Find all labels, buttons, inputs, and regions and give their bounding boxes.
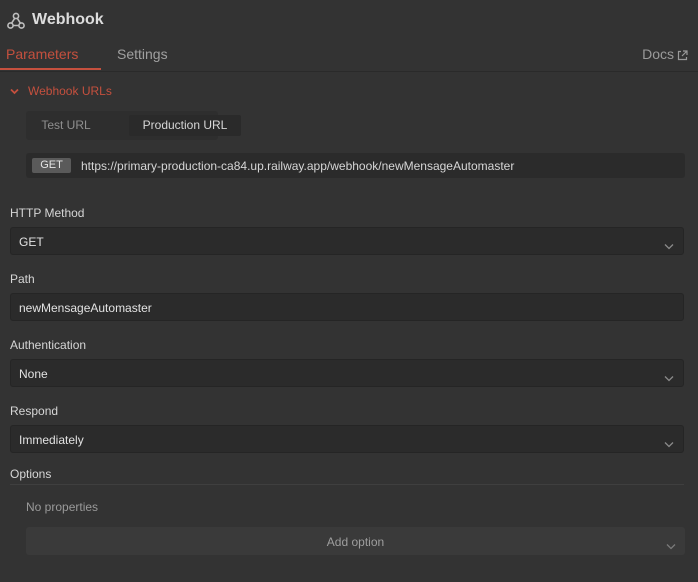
method-badge: GET — [32, 158, 71, 173]
http-method-select[interactable]: GET — [10, 227, 684, 255]
url-type-toggle: Test URL Production URL — [26, 111, 241, 140]
chevron-down-icon — [664, 369, 674, 387]
add-option-button[interactable]: Add option — [26, 527, 685, 555]
chevron-down-icon — [664, 435, 674, 453]
chevron-down-icon — [666, 537, 676, 555]
chevron-down-icon — [10, 84, 19, 98]
authentication-value: None — [19, 367, 48, 381]
respond-label: Respond — [10, 404, 59, 418]
active-tab-indicator — [0, 68, 101, 70]
tab-settings[interactable]: Settings — [117, 46, 168, 62]
external-link-icon — [677, 50, 688, 60]
docs-label: Docs — [642, 46, 674, 62]
options-label: Options — [10, 467, 52, 481]
add-option-label: Add option — [326, 535, 385, 549]
test-url-option[interactable]: Test URL — [30, 115, 102, 136]
path-input[interactable]: newMensageAutomaster — [10, 293, 684, 321]
respond-select[interactable]: Immediately — [10, 425, 684, 453]
authentication-label: Authentication — [10, 338, 87, 352]
chevron-down-icon — [664, 237, 674, 255]
docs-link[interactable]: Docs — [642, 46, 688, 62]
http-method-label: HTTP Method — [10, 206, 85, 220]
webhook-icon — [6, 11, 26, 31]
section-label: Webhook URLs — [28, 84, 112, 98]
respond-value: Immediately — [19, 433, 84, 447]
production-url-option[interactable]: Production URL — [129, 115, 241, 136]
options-divider — [10, 484, 684, 485]
webhook-url-display[interactable]: GET https://primary-production-ca84.up.r… — [26, 153, 685, 178]
http-method-value: GET — [19, 235, 44, 249]
webhook-urls-toggle[interactable]: Webhook URLs — [10, 84, 112, 98]
tab-parameters[interactable]: Parameters — [6, 46, 78, 62]
no-properties-text: No properties — [26, 500, 99, 514]
node-header: Webhook — [0, 0, 698, 40]
path-label: Path — [10, 272, 35, 286]
authentication-select[interactable]: None — [10, 359, 684, 387]
tab-bar: Parameters Settings Docs — [0, 40, 698, 72]
webhook-url[interactable]: https://primary-production-ca84.up.railw… — [81, 159, 514, 173]
node-title: Webhook — [32, 11, 104, 28]
path-value: newMensageAutomaster — [19, 301, 152, 315]
